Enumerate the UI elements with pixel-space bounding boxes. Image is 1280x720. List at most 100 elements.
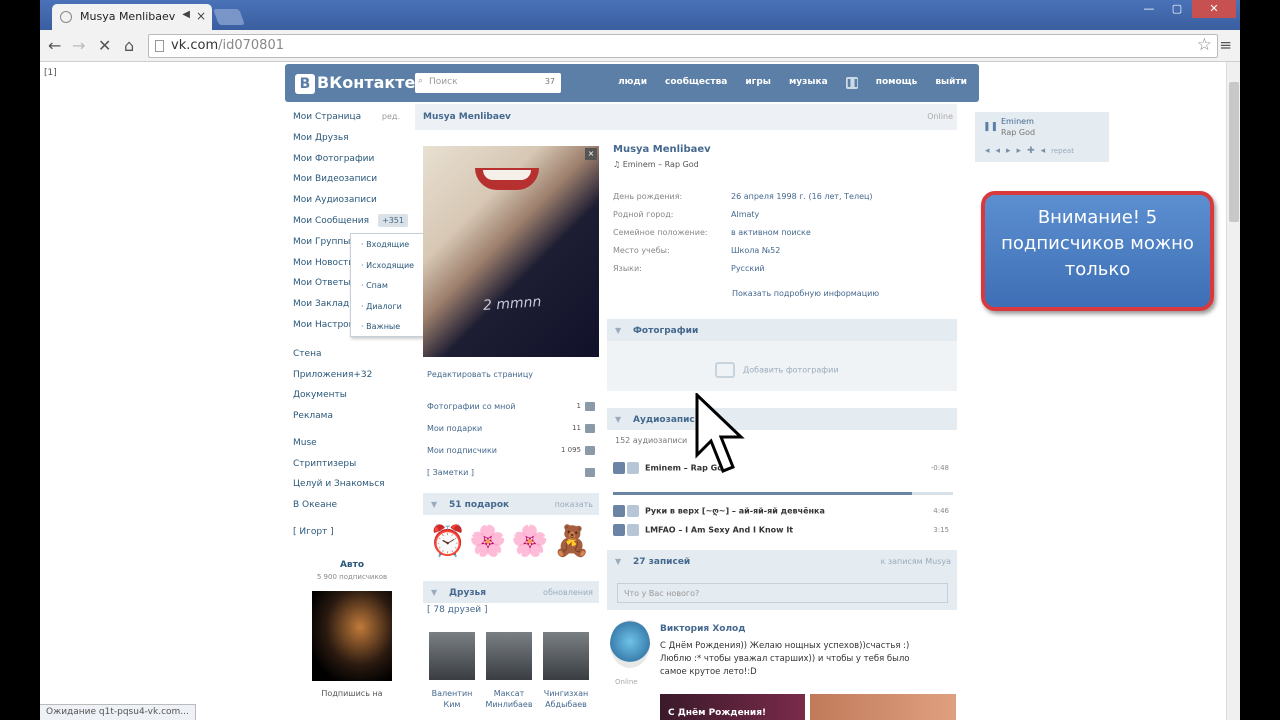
vk-logo[interactable]: В ВКонтакте bbox=[295, 73, 415, 94]
show-more-info-link[interactable]: Показать подробную информацию bbox=[732, 289, 879, 298]
photo-close-icon[interactable]: × bbox=[585, 148, 597, 160]
nav-music[interactable]: музыка bbox=[789, 77, 828, 89]
link-my-subscribers[interactable]: Мои подписчики 1 095 bbox=[427, 446, 595, 455]
mini-player[interactable]: ❚❚ Eminem Rap God ◂◂▸▸✚◂repeat bbox=[975, 112, 1109, 162]
nav-communities[interactable]: сообщества bbox=[665, 77, 727, 89]
menu-my-page[interactable]: Мои Страница ред. bbox=[293, 112, 408, 133]
info-value[interactable]: Almaty bbox=[731, 210, 759, 219]
audio-progress-bar[interactable] bbox=[613, 492, 953, 495]
menu-my-videos[interactable]: Мои Видеозаписи bbox=[293, 174, 408, 195]
menu-my-audio[interactable]: Мои Аудиозаписи bbox=[293, 195, 408, 216]
post-author[interactable]: Виктория Холод bbox=[660, 624, 746, 634]
menu-ads[interactable]: Реклама bbox=[293, 411, 408, 432]
friend-card[interactable]: Валентин Ким bbox=[427, 632, 477, 710]
link-notes[interactable]: [ Заметки ] bbox=[427, 468, 595, 477]
audio-count[interactable]: 152 аудиозаписи bbox=[615, 436, 687, 445]
link-my-gifts[interactable]: Мои подарки 11 bbox=[427, 424, 595, 433]
profile-status[interactable]: ♫ Eminem – Rap God bbox=[613, 160, 699, 169]
gift-teddy-bear-icon[interactable]: 🧸 bbox=[552, 522, 592, 562]
menu-edit-link[interactable]: ред. bbox=[382, 112, 400, 121]
menu-app-item[interactable]: Целуй и Знакомься bbox=[293, 479, 408, 500]
friends-count[interactable]: [ 78 друзей ] bbox=[427, 605, 488, 615]
info-value[interactable]: Школа №52 bbox=[731, 246, 780, 255]
vk-logo-text: ВКонтакте bbox=[317, 73, 416, 92]
info-value[interactable]: в активном поиске bbox=[731, 228, 811, 237]
info-row: Языки: Русский bbox=[613, 264, 943, 273]
wall-filter-link[interactable]: к записям Мusya bbox=[880, 557, 951, 566]
nav-logout[interactable]: выйти bbox=[935, 77, 967, 89]
menu-app-item[interactable]: Стриптизеры bbox=[293, 459, 408, 480]
scrollbar-thumb[interactable] bbox=[1229, 82, 1239, 222]
address-bar[interactable]: vk.com/id070801 bbox=[148, 34, 1218, 58]
close-tab-icon[interactable]: × bbox=[196, 9, 206, 23]
menu-app-item[interactable]: Muse bbox=[293, 438, 408, 459]
friend-card[interactable]: Максат Минлибаев bbox=[484, 632, 534, 710]
gift-flower-icon[interactable]: 🌸 bbox=[468, 522, 508, 562]
forward-icon[interactable]: → bbox=[72, 36, 85, 55]
ad-block[interactable]: Авто 5 900 подписчиков Подпишись на bbox=[296, 560, 408, 698]
maximize-icon[interactable]: ▢ bbox=[1164, 0, 1190, 18]
mini-player-controls[interactable]: ◂◂▸▸✚◂repeat bbox=[985, 146, 1074, 156]
pause-icon[interactable]: ❚❚ bbox=[983, 122, 998, 132]
page-viewport: [1] В ВКонтакте ⌕ Поиск 37 люди сообществ… bbox=[40, 62, 1240, 720]
add-track-icon[interactable] bbox=[627, 505, 639, 517]
home-icon[interactable]: ⌂ bbox=[124, 36, 134, 55]
camera-icon bbox=[585, 402, 595, 411]
bookmark-star-icon[interactable]: ☆ bbox=[1197, 35, 1212, 55]
pause-icon[interactable]: ❚❚ bbox=[845, 77, 859, 89]
nav-help[interactable]: помощь bbox=[876, 77, 918, 89]
new-tab-button[interactable] bbox=[213, 9, 245, 25]
scrollbar[interactable] bbox=[1226, 62, 1240, 720]
mouse-cursor-icon bbox=[695, 393, 745, 473]
audio-track[interactable]: Eminem – Rap God -0:48 bbox=[613, 462, 953, 474]
gift-alarm-clock-icon[interactable]: ⏰ bbox=[428, 522, 468, 562]
audio-header[interactable]: ▼ Аудиозаписи bbox=[607, 408, 957, 430]
audio-track[interactable]: Руки в верх [~ღ~] – ай-яй-яй девчёнка 4:… bbox=[613, 505, 953, 517]
post-author-avatar[interactable] bbox=[610, 620, 650, 668]
menu-wall[interactable]: Стена bbox=[293, 349, 408, 370]
messages-badge: +351 bbox=[378, 213, 408, 227]
search-input[interactable]: ⌕ Поиск 37 bbox=[415, 73, 561, 93]
wall-post-input[interactable]: Что у Вас нового? bbox=[617, 583, 948, 603]
play-icon[interactable] bbox=[613, 505, 625, 517]
menu-label: Мои Сообщения bbox=[293, 215, 369, 226]
post-image[interactable]: С Днём Рождения! bbox=[660, 694, 805, 720]
add-track-icon[interactable] bbox=[627, 524, 639, 536]
menu-icon[interactable]: ≡ bbox=[1219, 36, 1232, 54]
stop-icon[interactable]: ✕ bbox=[98, 36, 111, 55]
profile-name-small[interactable]: Musya Menlibaev bbox=[423, 112, 511, 122]
mini-player-mode[interactable]: repeat bbox=[1051, 147, 1074, 155]
add-photos-link[interactable]: Добавить фотографии bbox=[715, 362, 839, 378]
menu-apps[interactable]: Приложения+32 bbox=[293, 370, 408, 391]
gifts-more-link[interactable]: показать bbox=[555, 500, 593, 509]
link-photos-with-me[interactable]: Фотографии со мной 1 bbox=[427, 402, 595, 411]
minimize-icon[interactable]: — bbox=[1136, 0, 1162, 18]
back-icon[interactable]: ← bbox=[48, 36, 61, 55]
photos-header[interactable]: ▼ Фотографии bbox=[607, 319, 957, 341]
play-icon[interactable] bbox=[613, 524, 625, 536]
friend-card[interactable]: Чингизхан Абдыбаев bbox=[541, 632, 591, 710]
menu-app-item[interactable]: В Океане bbox=[293, 500, 408, 521]
menu-documents[interactable]: Документы bbox=[293, 390, 408, 411]
ad-tag[interactable]: [ Игорт ] bbox=[293, 527, 334, 537]
profile-photo[interactable]: 2 mmnn × bbox=[423, 146, 599, 357]
nav-people[interactable]: люди bbox=[618, 77, 647, 89]
close-window-icon[interactable]: ✕ bbox=[1192, 0, 1236, 18]
info-value[interactable]: Русский bbox=[731, 264, 765, 273]
add-track-icon[interactable] bbox=[627, 462, 639, 474]
audio-track[interactable]: LMFAO – I Am Sexy And I Know It 3:15 bbox=[613, 524, 953, 536]
edit-page-link[interactable]: Редактировать страницу bbox=[427, 370, 533, 379]
menu-my-photos[interactable]: Мои Фотографии bbox=[293, 154, 408, 175]
gift-flower-icon[interactable]: 🌸 bbox=[510, 522, 550, 562]
browser-tab[interactable]: Musya Menlibaev ◀ × bbox=[52, 4, 212, 30]
friends-header[interactable]: ▼ Друзья обновления [ 78 друзей ] bbox=[423, 581, 599, 615]
speaker-icon[interactable]: ◀ bbox=[182, 9, 190, 20]
menu-my-friends[interactable]: Мои Друзья bbox=[293, 133, 408, 154]
info-value[interactable]: 26 апреля 1998 г. (16 лет, Телец) bbox=[731, 192, 873, 201]
gifts-header[interactable]: ▼ 51 подарок показать bbox=[423, 493, 599, 515]
pause-icon[interactable] bbox=[613, 462, 625, 474]
vk-logo-icon: В bbox=[295, 74, 315, 94]
post-image[interactable] bbox=[810, 694, 956, 720]
nav-games[interactable]: игры bbox=[745, 77, 771, 89]
friends-updates-link[interactable]: обновления bbox=[543, 588, 593, 597]
